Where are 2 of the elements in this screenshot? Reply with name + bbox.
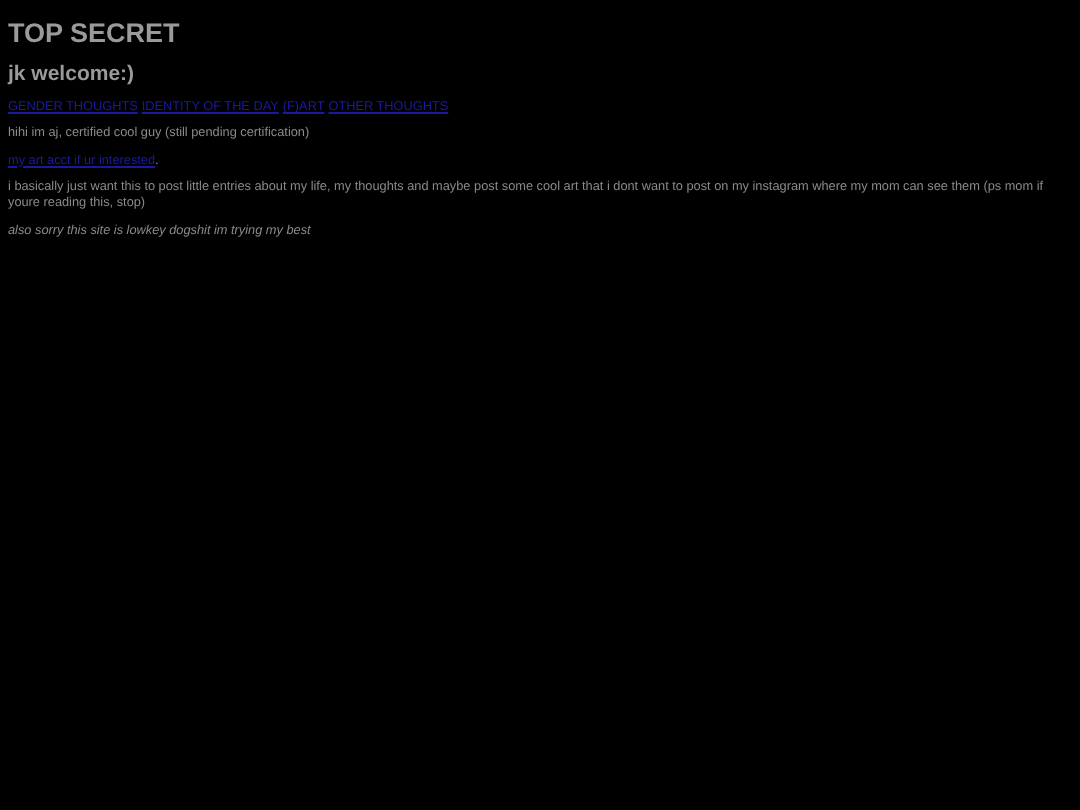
page-title: TOP SECRET <box>8 18 180 48</box>
page-subtitle: jk welcome:) <box>8 62 137 86</box>
